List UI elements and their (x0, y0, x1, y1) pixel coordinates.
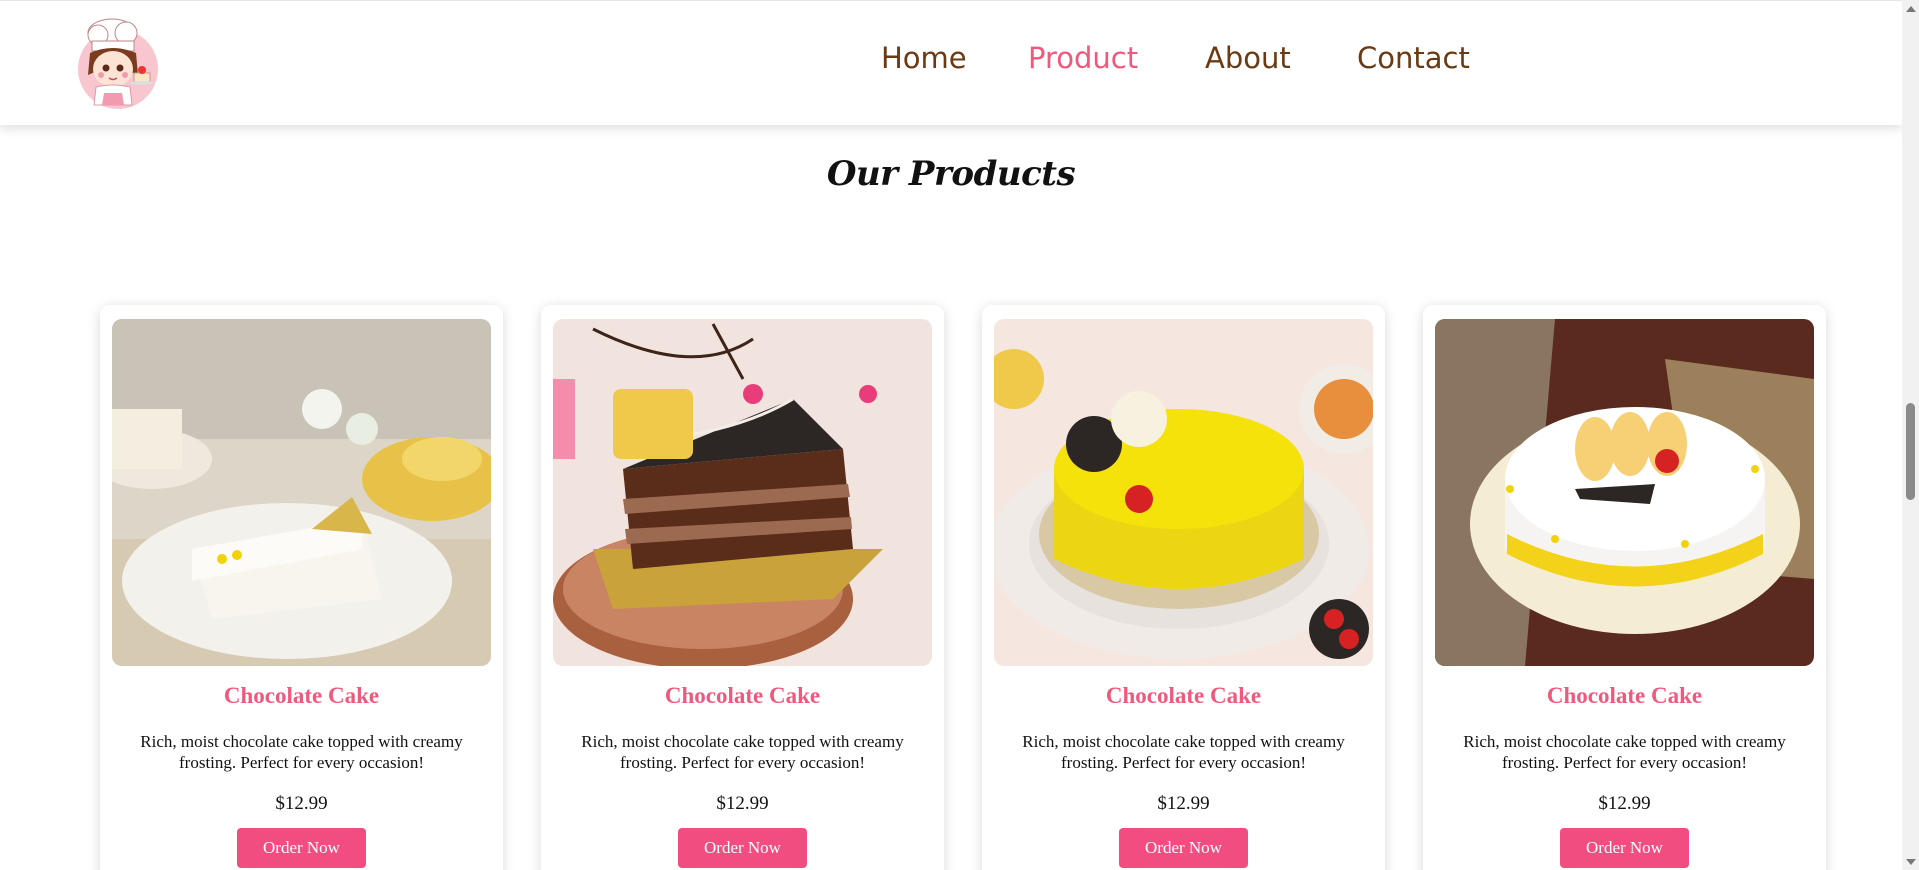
product-card: Chocolate Cake Rich, moist chocolate cak… (1423, 305, 1826, 870)
order-now-button[interactable]: Order Now (1119, 828, 1248, 868)
product-price: $12.99 (1598, 793, 1651, 814)
product-description: Rich, moist chocolate cake topped with c… (1022, 732, 1345, 772)
product-name: Chocolate Cake (223, 683, 380, 708)
chocolate-cake-slice-image (553, 319, 932, 666)
product-price: $12.99 (1157, 793, 1210, 814)
product-description: Rich, moist chocolate cake topped with c… (140, 732, 463, 772)
scroll-up-arrow-icon[interactable] (1902, 0, 1919, 17)
product-name: Chocolate Cake (1546, 683, 1703, 708)
scrollbar-thumb[interactable] (1906, 403, 1915, 500)
nav-home-link[interactable]: Home (881, 41, 967, 75)
nav-about-link[interactable]: About (1205, 41, 1291, 75)
product-name: Chocolate Cake (664, 683, 821, 708)
site-header: Home Product About Contact (0, 0, 1902, 125)
yellow-round-cake-image (994, 319, 1373, 666)
order-now-button[interactable]: Order Now (1560, 828, 1689, 868)
order-now-button[interactable]: Order Now (678, 828, 807, 868)
pineapple-cake-slice-image (112, 319, 491, 666)
nav-contact-link[interactable]: Contact (1357, 41, 1470, 75)
product-price: $12.99 (716, 793, 769, 814)
chef-girl-logo-icon[interactable] (66, 13, 166, 113)
product-card: Chocolate Cake Rich, moist chocolate cak… (982, 305, 1385, 870)
pineapple-round-cake-image (1435, 319, 1814, 666)
order-now-button[interactable]: Order Now (237, 828, 366, 868)
nav-product-link[interactable]: Product (1028, 41, 1138, 75)
page-title: Our Products (826, 154, 1076, 194)
product-name: Chocolate Cake (1105, 683, 1262, 708)
page-scrollbar[interactable] (1902, 0, 1919, 870)
scroll-down-arrow-icon[interactable] (1902, 853, 1919, 870)
product-description: Rich, moist chocolate cake topped with c… (1463, 732, 1786, 772)
product-card: Chocolate Cake Rich, moist chocolate cak… (541, 305, 944, 870)
product-description: Rich, moist chocolate cake topped with c… (581, 732, 904, 772)
product-price: $12.99 (275, 793, 328, 814)
product-card: Chocolate Cake Rich, moist chocolate cak… (100, 305, 503, 870)
